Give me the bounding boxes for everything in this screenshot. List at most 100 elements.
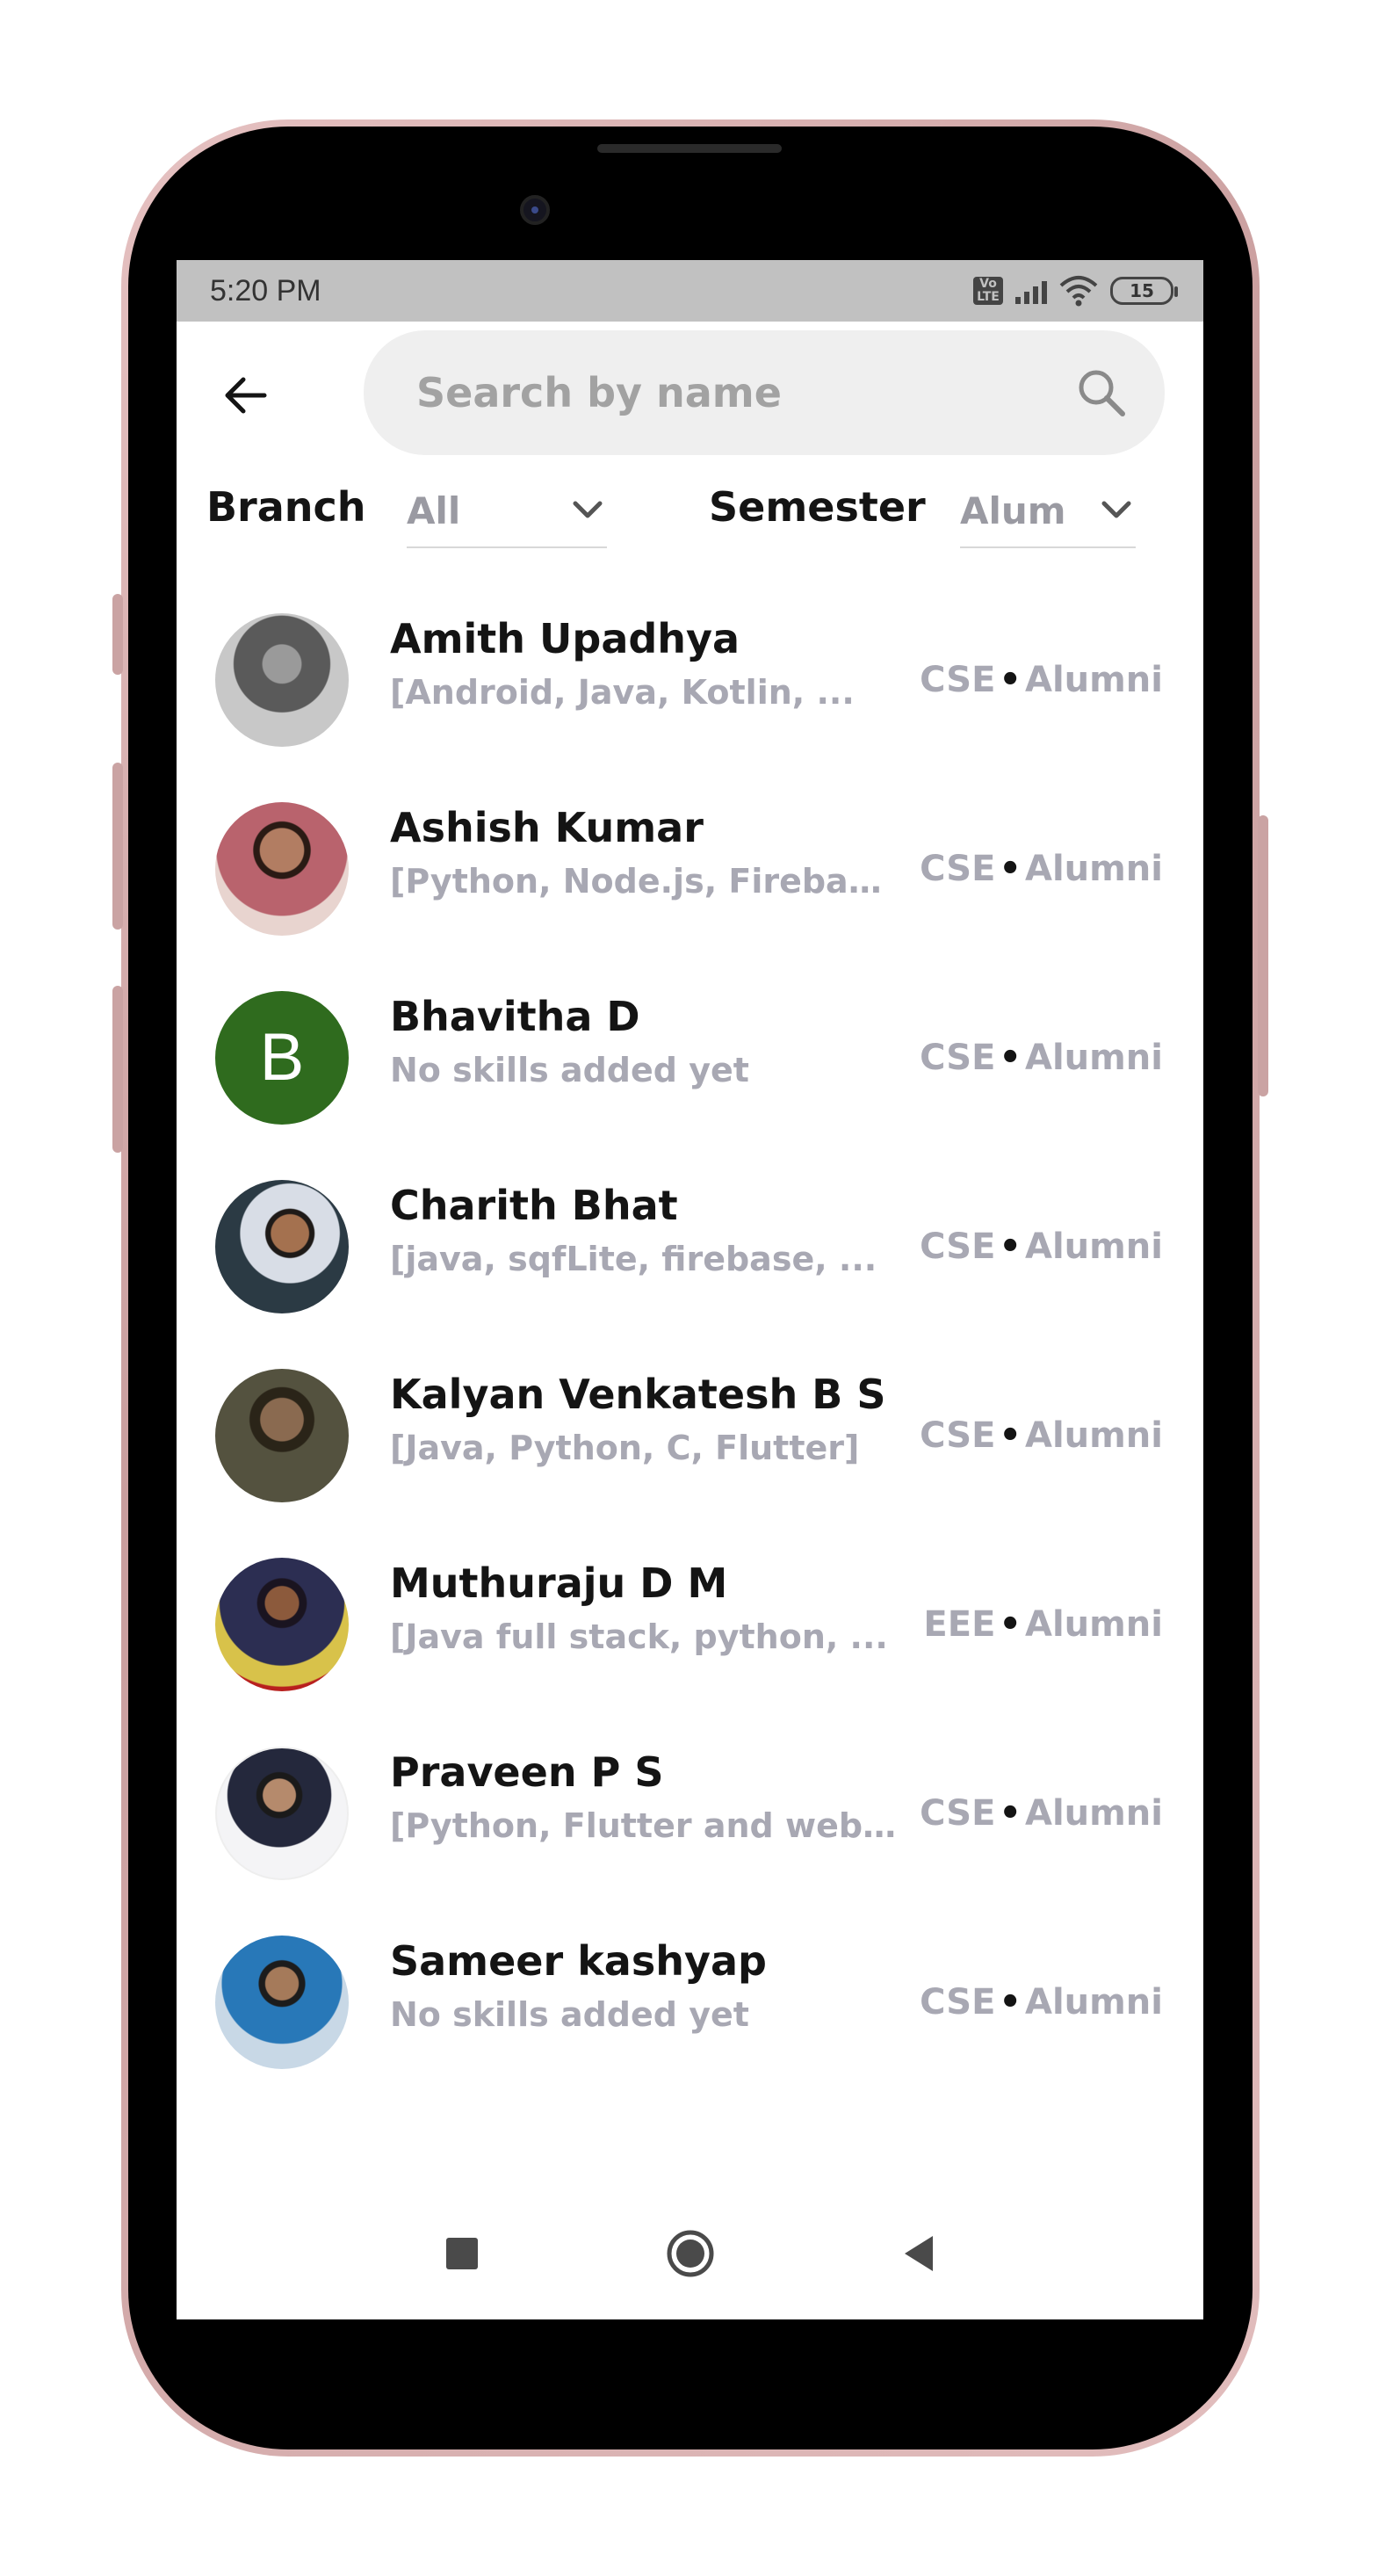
person-branch: CSE — [920, 848, 996, 889]
person-skills: No skills added yet — [390, 1995, 749, 2034]
semester-dropdown[interactable]: Alum — [960, 474, 1136, 548]
person-info: Bhavitha D No skills added yet — [390, 988, 899, 1095]
person-status: Alumni — [1024, 1037, 1163, 1078]
separator-dot: • — [999, 1981, 1022, 2022]
person-branch: CSE — [920, 1037, 996, 1078]
person-status: Alumni — [1024, 1226, 1163, 1267]
person-status: Alumni — [1024, 659, 1163, 700]
bixby-key — [112, 986, 123, 1153]
battery-level: 15 — [1130, 280, 1154, 301]
system-nav-bar — [177, 2188, 1203, 2319]
status-icons: Vo LTE 15 — [973, 275, 1178, 307]
person-status: Alumni — [1024, 848, 1163, 889]
person-branch: CSE — [920, 659, 996, 700]
person-branch: CSE — [920, 1415, 996, 1456]
avatar: B — [215, 990, 349, 1125]
person-status: Alumni — [1024, 1603, 1163, 1645]
avatar — [215, 1368, 349, 1502]
person-info: Kalyan Venkatesh B S [Java, Python, C, F… — [390, 1365, 899, 1473]
separator-dot: • — [999, 659, 1022, 700]
list-item[interactable]: Sameer kashyap No skills added yet CSE • A… — [177, 1907, 1203, 2096]
list-item[interactable]: Amith Upadhya [Android, Java, Kotlin, ..… — [177, 585, 1203, 774]
chevron-down-icon — [573, 501, 603, 518]
separator-dot: • — [999, 1603, 1022, 1645]
separator-dot: • — [999, 848, 1022, 889]
home-button[interactable] — [664, 2227, 717, 2280]
person-skills: [Java full stack, python, ... — [390, 1617, 888, 1656]
person-meta: CSE • Alumni — [920, 1982, 1163, 2022]
power-key — [1258, 815, 1268, 1096]
square-icon — [445, 2238, 478, 2269]
person-skills: [Python, Flutter and web ... — [390, 1806, 899, 1845]
search-input[interactable] — [416, 369, 1073, 416]
person-skills: [java, sqfLite, firebase, ... — [390, 1240, 877, 1278]
list-item[interactable]: Kalyan Venkatesh B S [Java, Python, C, F… — [177, 1341, 1203, 1530]
triangle-back-icon — [904, 2236, 933, 2271]
list-item[interactable]: Charith Bhat [java, sqfLite, firebase, .… — [177, 1152, 1203, 1341]
person-branch: EEE — [923, 1603, 996, 1645]
people-list: Amith Upadhya [Android, Java, Kotlin, ..… — [177, 585, 1203, 2096]
top-bar — [177, 322, 1203, 462]
avatar — [215, 1935, 349, 2069]
circle-icon — [667, 2230, 713, 2277]
back-button[interactable] — [892, 2227, 945, 2280]
avatar — [215, 1179, 349, 1313]
list-item[interactable]: Muthuraju D M [Java full stack, python, … — [177, 1530, 1203, 1719]
person-name: Ashish Kumar — [390, 804, 704, 851]
semester-dropdown-value: Alum — [960, 488, 1066, 532]
avatar — [215, 801, 349, 936]
person-status: Alumni — [1024, 1415, 1163, 1456]
person-status: Alumni — [1024, 1792, 1163, 1834]
person-skills: [Java, Python, C, Flutter] — [390, 1429, 860, 1467]
person-meta: CSE • Alumni — [920, 849, 1163, 889]
volume-down-key — [112, 763, 123, 930]
person-meta: CSE • Alumni — [920, 1793, 1163, 1834]
person-meta: CSE • Alumni — [920, 1415, 1163, 1456]
semester-label: Semester — [709, 483, 926, 531]
list-item[interactable]: B Bhavitha D No skills added yet CSE • Alu… — [177, 963, 1203, 1152]
separator-dot: • — [999, 1037, 1022, 1078]
list-item[interactable]: Praveen P S [Python, Flutter and web ...… — [177, 1719, 1203, 1907]
person-name: Kalyan Venkatesh B S — [390, 1371, 886, 1418]
front-camera — [520, 195, 550, 225]
avatar — [215, 1557, 349, 1691]
person-branch: CSE — [920, 1226, 996, 1267]
person-meta: EEE • Alumni — [923, 1604, 1163, 1645]
list-item[interactable]: Ashish Kumar [Python, Node.js, Firebas..… — [177, 774, 1203, 963]
avatar — [215, 612, 349, 747]
person-info: Muthuraju D M [Java full stack, python, … — [390, 1554, 899, 1661]
branch-dropdown-value: All — [407, 488, 461, 532]
person-name: Praveen P S — [390, 1748, 664, 1796]
status-time: 5:20 PM — [210, 273, 321, 308]
search-icon[interactable] — [1073, 365, 1130, 421]
person-info: Praveen P S [Python, Flutter and web ... — [390, 1743, 899, 1850]
search-bar[interactable] — [364, 330, 1165, 455]
person-name: Muthuraju D M — [390, 1559, 728, 1607]
volte-icon: Vo LTE — [973, 277, 1003, 305]
battery-icon: 15 — [1110, 277, 1178, 305]
person-info: Sameer kashyap No skills added yet — [390, 1932, 899, 2039]
person-name: Charith Bhat — [390, 1182, 678, 1229]
person-branch: CSE — [920, 1981, 996, 2022]
person-skills: No skills added yet — [390, 1051, 749, 1089]
status-bar: 5:20 PM Vo LTE 15 — [177, 260, 1203, 322]
person-info: Charith Bhat [java, sqfLite, firebase, .… — [390, 1176, 899, 1284]
separator-dot: • — [999, 1792, 1022, 1834]
person-meta: CSE • Alumni — [920, 1226, 1163, 1267]
recents-button[interactable] — [436, 2227, 488, 2280]
person-skills: [Android, Java, Kotlin, ... — [390, 673, 855, 712]
back-arrow-button[interactable] — [219, 369, 271, 422]
person-info: Amith Upadhya [Android, Java, Kotlin, ..… — [390, 610, 899, 717]
app-screen: 5:20 PM Vo LTE 15 Search by name Branch … — [177, 260, 1203, 2319]
earpiece-speaker — [597, 144, 782, 153]
person-info: Ashish Kumar [Python, Node.js, Firebas..… — [390, 799, 899, 906]
chevron-down-icon — [1101, 501, 1131, 518]
person-meta: CSE • Alumni — [920, 1038, 1163, 1078]
person-meta: CSE • Alumni — [920, 660, 1163, 700]
branch-dropdown[interactable]: All — [407, 474, 607, 548]
branch-label: Branch — [206, 483, 366, 531]
signal-icon — [1015, 278, 1047, 304]
person-skills: [Python, Node.js, Firebas... — [390, 862, 899, 901]
avatar — [215, 1746, 349, 1880]
filter-bar: Branch All Semester Alum — [177, 462, 1203, 585]
